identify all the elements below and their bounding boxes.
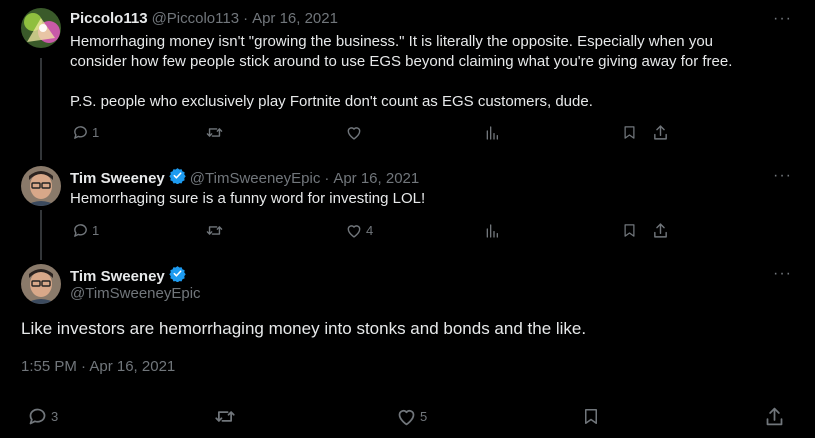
bookmark-button[interactable] bbox=[582, 406, 600, 427]
avatar-tim-sweeney[interactable] bbox=[21, 166, 61, 206]
author-name[interactable]: Tim Sweeney bbox=[70, 268, 165, 285]
reply-icon bbox=[74, 126, 87, 139]
share-button[interactable] bbox=[652, 222, 669, 239]
separator-dot: · bbox=[324, 169, 330, 187]
tweet-text-line: consider how few people stick around to … bbox=[70, 53, 733, 70]
tweet-date[interactable]: Apr 16, 2021 bbox=[333, 170, 419, 187]
verified-badge-icon bbox=[169, 167, 186, 189]
like-icon bbox=[347, 127, 361, 140]
author-name[interactable]: Piccolo113 bbox=[70, 10, 148, 27]
bookmark-button[interactable] bbox=[622, 222, 637, 239]
verified-badge-icon bbox=[169, 265, 186, 287]
share-button[interactable] bbox=[652, 124, 669, 141]
retweet-icon bbox=[206, 226, 223, 235]
reply-icon bbox=[74, 224, 87, 237]
reply-count: 3 bbox=[51, 409, 59, 424]
bookmark-icon bbox=[624, 224, 635, 237]
author-handle[interactable]: @TimSweeneyEpic bbox=[190, 170, 321, 187]
bookmark-button[interactable] bbox=[622, 124, 637, 141]
retweet-button[interactable] bbox=[205, 222, 227, 239]
reply-button[interactable]: 3 bbox=[27, 406, 58, 427]
bookmark-icon bbox=[624, 126, 635, 139]
reply-count: 1 bbox=[92, 223, 100, 238]
like-icon bbox=[398, 409, 415, 426]
retweet-button[interactable] bbox=[205, 124, 227, 141]
tweet-text-line: P.S. people who exclusively play Fortnit… bbox=[70, 93, 593, 110]
main-tweet-timestamp[interactable]: 1:55 PM · Apr 16, 2021 bbox=[21, 358, 175, 375]
avatar-tim-sweeney[interactable] bbox=[21, 264, 61, 304]
more-icon[interactable]: ··· bbox=[773, 11, 792, 27]
like-button[interactable]: 4 bbox=[345, 222, 373, 239]
reply-button[interactable]: 1 bbox=[72, 124, 99, 141]
share-icon bbox=[766, 407, 783, 426]
author-name[interactable]: Tim Sweeney bbox=[70, 170, 165, 187]
like-count: 4 bbox=[366, 223, 374, 238]
views-icon bbox=[486, 126, 498, 140]
reply-button[interactable]: 1 bbox=[72, 222, 99, 239]
author-handle[interactable]: @TimSweeneyEpic bbox=[70, 285, 201, 302]
retweet-icon bbox=[206, 128, 223, 137]
thread-line-2 bbox=[40, 210, 42, 260]
tweet-text-line: Hemorrhaging sure is a funny word for in… bbox=[70, 190, 426, 207]
like-icon bbox=[347, 225, 361, 238]
more-icon[interactable]: ··· bbox=[773, 168, 792, 184]
main-tweet-text: Like investors are hemorrhaging money in… bbox=[21, 319, 587, 338]
tweet-date[interactable]: Apr 16, 2021 bbox=[252, 10, 338, 27]
views-button[interactable] bbox=[484, 223, 500, 239]
more-icon[interactable]: ··· bbox=[773, 266, 792, 282]
avatar-piccolo113[interactable] bbox=[21, 8, 61, 48]
share-button[interactable] bbox=[764, 406, 785, 427]
retweet-button[interactable] bbox=[214, 406, 239, 427]
share-icon bbox=[654, 125, 667, 140]
like-button[interactable] bbox=[345, 124, 366, 141]
thread-line-1 bbox=[40, 58, 42, 160]
like-button[interactable]: 5 bbox=[396, 406, 427, 427]
author-handle[interactable]: @Piccolo113 bbox=[152, 10, 240, 27]
retweet-icon bbox=[215, 411, 235, 422]
share-icon bbox=[654, 223, 667, 238]
tweet-text-line: Hemorrhaging money isn't "growing the bu… bbox=[70, 33, 714, 50]
views-icon bbox=[486, 224, 498, 238]
like-count: 5 bbox=[420, 409, 428, 424]
separator-dot: · bbox=[243, 10, 249, 27]
bookmark-icon bbox=[585, 409, 597, 424]
views-button[interactable] bbox=[484, 125, 500, 141]
reply-count: 1 bbox=[92, 125, 100, 140]
reply-icon bbox=[29, 408, 46, 425]
